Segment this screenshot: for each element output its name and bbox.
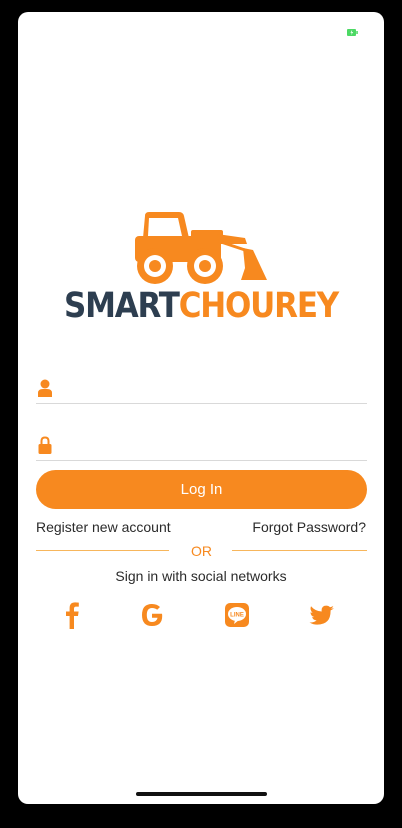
app-logo: SMARTCHOUREY <box>18 208 384 338</box>
loader-tractor-icon <box>135 212 267 284</box>
svg-text:LINE: LINE <box>230 613 244 619</box>
login-screen: SMARTCHOUREY Log In Register new account… <box>18 12 384 804</box>
brand-word-chourey: CHOUREY <box>178 285 340 327</box>
battery-charging-icon <box>347 29 358 36</box>
or-label: OR <box>191 543 212 559</box>
or-divider: OR <box>36 542 367 560</box>
password-field <box>36 430 367 461</box>
home-indicator[interactable] <box>136 792 267 796</box>
brand-wordmark: SMARTCHOUREY <box>18 286 384 326</box>
password-input[interactable] <box>62 432 366 460</box>
user-icon <box>38 379 52 397</box>
login-button[interactable]: Log In <box>36 470 367 509</box>
line-icon[interactable]: LINE <box>223 600 251 630</box>
google-icon[interactable] <box>138 600 166 630</box>
social-caption: Sign in with social networks <box>115 568 287 584</box>
register-link[interactable]: Register new account <box>36 519 171 535</box>
twitter-icon[interactable] <box>308 600 336 630</box>
lock-icon <box>38 436 52 454</box>
username-field <box>36 373 367 404</box>
facebook-icon[interactable] <box>58 600 86 630</box>
brand-word-smart: SMART <box>63 285 180 327</box>
username-input[interactable] <box>62 375 366 403</box>
forgot-password-link[interactable]: Forgot Password? <box>252 519 366 535</box>
